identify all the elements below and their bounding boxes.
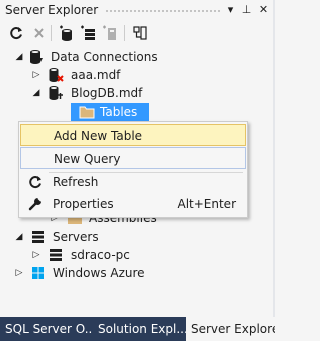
tree-node-label: sdraco-pc (71, 248, 130, 262)
menu-item-refresh[interactable]: Refresh (20, 171, 246, 193)
tree-node-tables[interactable]: Tables (71, 103, 149, 122)
tree-node-data-connections[interactable]: ◢ Data Connections (1, 48, 271, 66)
menu-item-label: Refresh (53, 175, 99, 189)
menu-item-add-new-table[interactable]: Add New Table (20, 124, 246, 146)
menu-item-new-query[interactable]: New Query (20, 147, 246, 169)
tree-node-label: Servers (53, 230, 99, 244)
window-title: Server Explorer (5, 3, 99, 17)
tree-node-label: aaa.mdf (71, 68, 121, 82)
wrench-icon (28, 197, 42, 211)
connect-to-server-icon[interactable] (80, 25, 96, 41)
menu-item-label: Add New Table (54, 129, 143, 143)
collapsed-arrow-icon[interactable]: ▷ (14, 264, 24, 282)
refresh-icon[interactable] (8, 25, 24, 41)
expanded-arrow-icon[interactable]: ◢ (14, 48, 24, 66)
tab-server-explorer[interactable]: Server Explorer (186, 317, 275, 341)
collapsed-arrow-icon[interactable]: ▷ (31, 246, 41, 264)
title-bar-grip[interactable] (105, 9, 221, 13)
menu-item-properties[interactable]: Properties Alt+Enter (20, 193, 246, 215)
toolbar (0, 22, 275, 44)
collapsed-arrow-icon[interactable]: ▷ (31, 66, 41, 84)
toolbar-separator (124, 25, 125, 41)
server-explorer-window: Server Explorer ▾ ⊥ ✕ ◢ Data Connections… (0, 0, 275, 341)
expanded-arrow-icon[interactable]: ◢ (14, 228, 24, 246)
menu-item-shortcut: Alt+Enter (177, 197, 236, 211)
window-border (273, 0, 275, 317)
tab-solution-explorer[interactable]: Solution Expl... (93, 317, 186, 341)
connect-to-database-icon[interactable] (58, 25, 74, 41)
tree-node-label: Data Connections (51, 50, 158, 64)
context-menu: Add New Table New Query Refresh Properti… (18, 121, 248, 218)
folder-icon (79, 106, 95, 119)
tree-node-label: Windows Azure (53, 266, 145, 280)
toolbar-separator (51, 25, 52, 41)
refresh-icon (29, 176, 41, 188)
properties-icon[interactable] (132, 25, 148, 41)
database-disconnected-icon (49, 68, 64, 82)
connect-to-sharepoint-icon[interactable] (102, 25, 118, 41)
tab-label: Solution Expl... (98, 322, 186, 336)
bottom-tab-strip: SQL Server O... Solution Expl... Server … (0, 317, 275, 341)
tab-label: Server Explorer (191, 322, 275, 336)
tree-node-label: BlogDB.mdf (71, 86, 143, 100)
tree-node-blogdb-mdf[interactable]: ◢ BlogDB.mdf (1, 84, 271, 102)
title-bar: Server Explorer ▾ ⊥ ✕ (0, 0, 275, 20)
close-icon[interactable]: ✕ (256, 2, 271, 17)
database-connected-icon (49, 86, 63, 100)
tab-sql-server-object-explorer[interactable]: SQL Server O... (0, 317, 93, 341)
expanded-arrow-icon[interactable]: ◢ (31, 84, 41, 102)
pin-icon[interactable]: ⊥ (239, 2, 254, 17)
tree-node-aaa-mdf[interactable]: ▷ aaa.mdf (1, 66, 271, 84)
stop-icon[interactable] (31, 25, 47, 41)
tree-node-server-sdraco-pc[interactable]: ▷ sdraco-pc (1, 246, 271, 264)
tab-label: SQL Server O... (5, 322, 93, 336)
dropdown-icon[interactable]: ▾ (223, 2, 238, 17)
tree-node-windows-azure[interactable]: ▷ Windows Azure (1, 264, 271, 282)
windows-azure-icon (32, 267, 44, 279)
servers-icon (32, 231, 44, 243)
menu-item-label: Properties (53, 197, 114, 211)
tree-node-label: Tables (100, 105, 138, 119)
database-connections-icon (30, 50, 43, 64)
server-icon (50, 249, 62, 261)
menu-item-label: New Query (54, 152, 121, 166)
tree-node-servers[interactable]: ◢ Servers (1, 228, 271, 246)
